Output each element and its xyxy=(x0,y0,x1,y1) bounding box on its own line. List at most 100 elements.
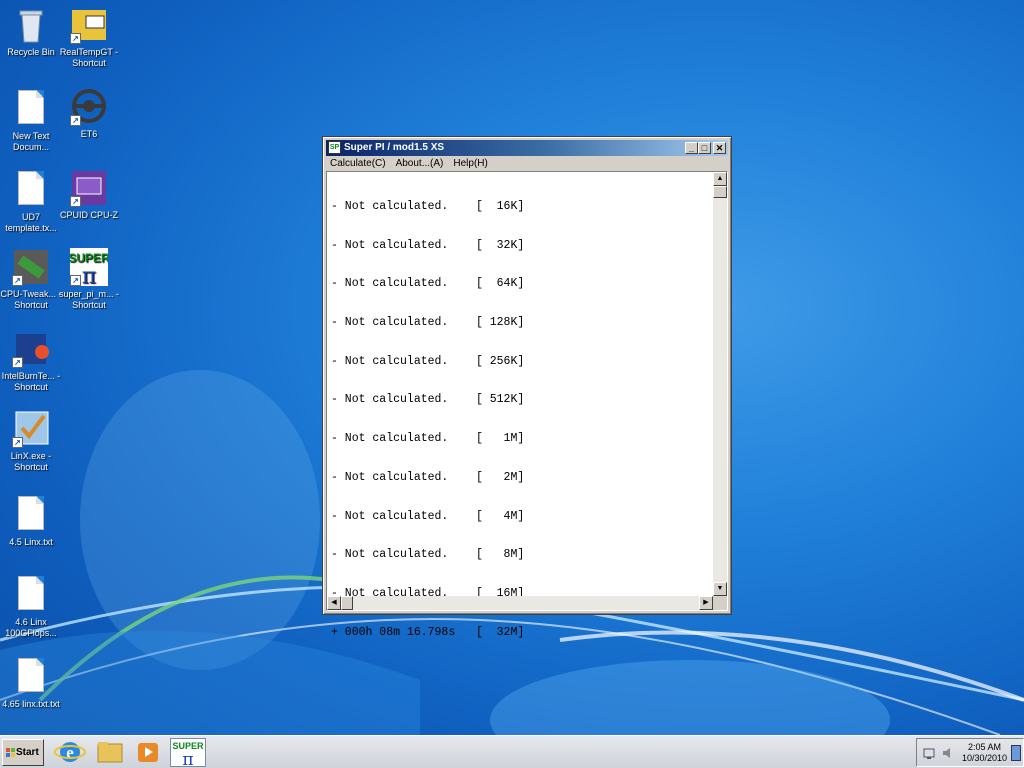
scroll-down-button[interactable]: ▼ xyxy=(713,582,727,596)
result-size: [ 2M] xyxy=(475,470,525,484)
clock[interactable]: 2:05 AM 10/30/2010 xyxy=(962,742,1007,764)
result-size: [ 32K] xyxy=(475,238,525,252)
desktop-icon-4-65-linx[interactable]: 4.65 linx.txt.txt xyxy=(0,656,62,710)
desktop-icon-label: CPUID CPU-Z xyxy=(60,210,118,220)
result-size: [ 128K] xyxy=(475,315,525,329)
resize-grip[interactable] xyxy=(713,596,727,610)
shortcut-arrow-icon: ↗ xyxy=(70,33,81,44)
desktop-icon-label: 4.65 linx.txt.txt xyxy=(2,699,60,709)
result-row: - Not calculated. [ 1M] xyxy=(331,432,525,446)
show-desktop-button[interactable] xyxy=(1011,745,1021,761)
desktop-icon-4-6-linx[interactable]: 4.6 Linx 100GFlops... xyxy=(0,574,62,639)
result-row: - Not calculated. [ 2M] xyxy=(331,470,525,485)
cpuz-icon: ↗ xyxy=(70,169,108,207)
taskbar-internet-explorer[interactable]: e xyxy=(52,738,88,767)
super-pi-window: SP Super PI / mod1.5 XS _ □ ✕ Calculate(… xyxy=(322,136,732,639)
result-size: [ 32M] xyxy=(475,625,525,639)
vertical-scrollbar[interactable]: ▲ ▼ xyxy=(713,172,727,596)
result-status: - Not calculated. xyxy=(331,548,449,562)
desktop-icon-label: CPU-Tweak... - Shortcut xyxy=(0,289,62,310)
shortcut-arrow-icon: ↗ xyxy=(12,437,23,448)
svg-text:SUPER: SUPER xyxy=(70,251,108,265)
scroll-right-button[interactable]: ▶ xyxy=(699,596,713,610)
super-pi-icon: SUPERπ xyxy=(172,741,204,768)
scroll-left-button[interactable]: ◀ xyxy=(327,596,341,610)
result-status: - Not calculated. xyxy=(331,315,449,329)
result-row: - Not calculated. [ 8M] xyxy=(331,548,525,562)
realtemp-icon: ↗ xyxy=(70,6,108,44)
result-row: - Not calculated. [ 512K] xyxy=(331,393,525,407)
desktop-icon-label: super_pi_m... - Shortcut xyxy=(58,289,120,310)
vertical-scroll-thumb[interactable] xyxy=(713,186,727,198)
result-status: - Not calculated. xyxy=(331,199,449,213)
result-row: - Not calculated. [ 128K] xyxy=(331,315,525,330)
svg-text:π: π xyxy=(82,264,96,286)
desktop-icon-label: UD7 template.tx... xyxy=(5,212,57,233)
menu-help[interactable]: Help(H) xyxy=(453,157,487,171)
desktop-icon-label: LinX.exe - Shortcut xyxy=(10,451,52,472)
desktop-icon-linx[interactable]: ↗ LinX.exe - Shortcut xyxy=(0,410,62,473)
text-document-icon xyxy=(12,658,50,696)
result-status: - Not calculated. xyxy=(331,470,449,484)
desktop-icon-cpu-z[interactable]: ↗ CPUID CPU-Z xyxy=(58,169,120,221)
taskbar-media-player[interactable] xyxy=(130,738,166,767)
result-row: - Not calculated. [ 16K] xyxy=(331,199,524,214)
memory-chip-icon: ↗ xyxy=(12,248,50,286)
linx-checkmark-icon: ↗ xyxy=(12,410,50,448)
text-document-icon xyxy=(12,576,50,614)
clock-date: 10/30/2010 xyxy=(961,753,1007,763)
result-status: + 000h 08m 16.798s xyxy=(331,625,456,639)
window-title: Super PI / mod1.5 XS xyxy=(344,142,445,153)
result-row: - Not calculated. [ 64K] xyxy=(331,277,524,291)
taskbar-super-pi[interactable]: SUPER π xyxy=(170,738,206,768)
desktop-icon-label: ET6 xyxy=(80,129,98,139)
desktop-icon-et6[interactable]: ↗ ET6 xyxy=(58,88,120,140)
menu-calculate[interactable]: Calculate(C) xyxy=(330,157,386,171)
volume-icon[interactable] xyxy=(941,746,955,760)
scroll-up-button[interactable]: ▲ xyxy=(713,172,727,186)
steering-wheel-icon: ↗ xyxy=(70,88,108,126)
result-status: - Not calculated. xyxy=(331,509,449,523)
result-row: - Not calculated. [ 32K] xyxy=(331,238,525,253)
desktop-icon-4-5-linx[interactable]: 4.5 Linx.txt xyxy=(0,494,62,548)
result-size: [ 256K] xyxy=(475,354,525,368)
horizontal-scrollbar[interactable]: ◀ ▶ xyxy=(327,596,713,610)
desktop-icon-cpu-tweaker[interactable]: ↗ CPU-Tweak... - Shortcut xyxy=(0,248,62,311)
internet-explorer-icon: e xyxy=(54,742,86,762)
close-button[interactable]: ✕ xyxy=(713,142,726,154)
results-list: - Not calculated. [ 16K] - Not calculate… xyxy=(331,175,524,665)
window-titlebar[interactable]: SP Super PI / mod1.5 XS _ □ ✕ xyxy=(326,140,728,156)
intel-core-icon: ↗ xyxy=(12,330,50,368)
windows-logo-icon xyxy=(6,748,15,757)
desktop-icon-recycle-bin[interactable]: Recycle Bin xyxy=(0,6,62,58)
notification-area: 2:05 AM 10/30/2010 xyxy=(916,738,1024,767)
taskbar-windows-explorer[interactable] xyxy=(92,738,128,767)
svg-text:π: π xyxy=(182,750,193,766)
desktop-icon-super-pi[interactable]: SUPER π ↗ super_pi_m... - Shortcut xyxy=(58,248,120,311)
result-size: [ 8M] xyxy=(475,548,525,562)
desktop-icon-label: 4.6 Linx 100GFlops... xyxy=(5,617,57,638)
window-controls: _ □ ✕ xyxy=(685,142,726,154)
menu-about[interactable]: About...(A) xyxy=(396,157,444,171)
shortcut-arrow-icon: ↗ xyxy=(70,115,81,126)
menu-bar: Calculate(C) About...(A) Help(H) xyxy=(326,157,728,171)
desktop-icon-label: IntelBurnTe... - Shortcut xyxy=(1,371,61,392)
desktop-icon-ud7-template[interactable]: UD7 template.tx... xyxy=(0,169,62,234)
super-pi-icon: SUPER π ↗ xyxy=(68,248,110,289)
desktop-icon-new-text-document[interactable]: New Text Docum... xyxy=(0,88,62,153)
network-icon[interactable] xyxy=(923,746,937,760)
desktop-icon-label: 4.5 Linx.txt xyxy=(9,537,53,547)
desktop-icon-label: Recycle Bin xyxy=(7,47,55,57)
result-size: [ 512K] xyxy=(475,393,525,407)
desktop-icon-intelburntest[interactable]: ↗ IntelBurnTe... - Shortcut xyxy=(0,330,62,393)
start-label: Start xyxy=(16,747,39,758)
result-size: [ 1M] xyxy=(475,432,525,446)
maximize-button[interactable]: □ xyxy=(698,142,711,154)
result-row: - Not calculated. [ 4M] xyxy=(331,509,524,524)
result-status: - Not calculated. xyxy=(331,432,449,446)
shortcut-arrow-icon: ↗ xyxy=(70,196,81,207)
start-button[interactable]: Start xyxy=(2,739,44,766)
desktop-icon-realtempgt[interactable]: ↗ RealTempGT - Shortcut xyxy=(58,6,120,69)
horizontal-scroll-thumb[interactable] xyxy=(341,596,353,610)
minimize-button[interactable]: _ xyxy=(685,142,698,154)
